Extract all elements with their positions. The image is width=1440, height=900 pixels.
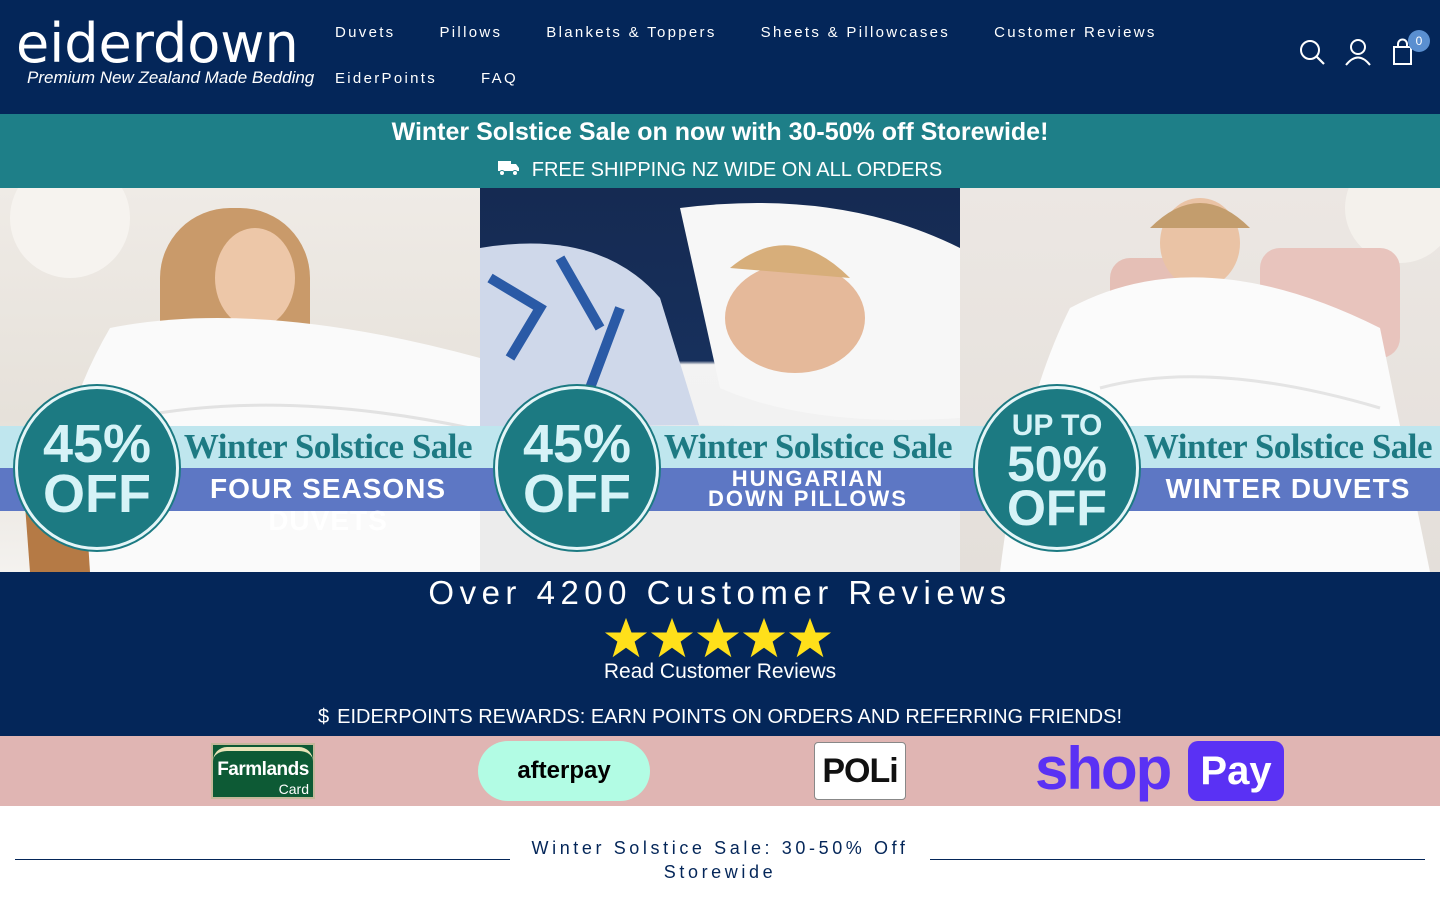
star-rating [604, 616, 836, 660]
banner-hungarian-down-pillows[interactable]: Winter Solstice Sale HUNGARIAN DOWN PILL… [480, 188, 960, 572]
discount-badge: 45% OFF [495, 386, 659, 550]
nav-pillows[interactable]: Pillows [440, 24, 503, 41]
rewards-text: EIDERPOINTS REWARDS: EARN POINTS ON ORDE… [337, 706, 1123, 728]
banner-subtitle: HUNGARIAN DOWN PILLOWS [658, 468, 958, 511]
dollar-icon: $ [317, 706, 330, 728]
header-icons: 0 [1298, 30, 1430, 66]
logo[interactable]: eiderdown Premium New Zealand Made Beddi… [16, 12, 314, 94]
star-icon [650, 617, 694, 658]
divider-left [15, 859, 510, 860]
nav-faq[interactable]: FAQ [481, 70, 518, 87]
sale-banners: Winter Solstice Sale FOUR SEASONS DUVETS… [0, 188, 1440, 572]
promo-headline[interactable]: Winter Solstice Sale on now with 30-50% … [0, 118, 1440, 147]
badge-percent: 45% [522, 414, 632, 474]
badge-off: OFF [43, 464, 151, 524]
banner-title: Winter Solstice Sale [663, 427, 953, 466]
badge-off: OFF [1007, 480, 1107, 536]
afterpay-text: afterpay [517, 757, 611, 784]
shipping-text: FREE SHIPPING NZ WIDE ON ALL ORDERS [531, 159, 943, 181]
section-title: Winter Solstice Sale: 30-50% Off Storewi… [531, 838, 909, 882]
banner-subtitle-line2: DOWN PILLOWS [708, 486, 908, 511]
banner-title: Winter Solstice Sale [183, 427, 473, 466]
account-icon[interactable] [1344, 38, 1372, 66]
farmlands-card-logo: Farmlands Card [211, 743, 315, 799]
nav-blankets-toppers[interactable]: Blankets & Toppers [546, 24, 716, 41]
badge-percent: 45% [42, 414, 152, 474]
logo-tagline: Premium New Zealand Made Bedding [27, 68, 315, 87]
poli-text: POLi [822, 752, 898, 790]
cart-icon[interactable]: 0 [1390, 30, 1430, 66]
read-reviews-link[interactable]: Read Customer Reviews [0, 660, 1440, 684]
payment-methods: Farmlands Card afterpay POLi shop Pay [0, 736, 1440, 806]
farmlands-card-label: Card [278, 781, 309, 797]
star-icon [696, 617, 740, 658]
nav-row-1: Duvets Pillows Blankets & Toppers Sheets… [335, 24, 1201, 41]
reviews-section: Over 4200 Customer Reviews Read Customer… [0, 572, 1440, 736]
star-icon [742, 617, 786, 658]
banner-subtitle: WINTER DUVETS [1165, 473, 1411, 504]
rewards-banner[interactable]: $ EIDERPOINTS REWARDS: EARN POINTS ON OR… [0, 706, 1440, 729]
nav-sheets-pillowcases[interactable]: Sheets & Pillowcases [761, 24, 950, 41]
shop-pay-logo: Pay [1188, 741, 1284, 801]
badge-off: OFF [523, 464, 631, 524]
farmlands-name: Farmlands [217, 759, 309, 780]
reviews-title: Over 4200 Customer Reviews [428, 574, 1012, 611]
discount-badge: 45% OFF [15, 386, 179, 550]
search-icon[interactable] [1298, 38, 1326, 66]
nav-eiderpoints[interactable]: EiderPoints [335, 70, 437, 87]
star-icon [788, 617, 832, 658]
nav-row-2: EiderPoints FAQ [335, 70, 562, 87]
discount-badge: UP TO 50% OFF [975, 386, 1139, 550]
poli-logo: POLi [814, 742, 906, 800]
promo-bar: Winter Solstice Sale on now with 30-50% … [0, 114, 1440, 188]
shipping-notice: FREE SHIPPING NZ WIDE ON ALL ORDERS [0, 159, 1440, 182]
divider-right [930, 859, 1425, 860]
shop-logo: shop [1035, 735, 1172, 802]
logo-wordmark: eiderdown [16, 12, 299, 75]
banner-title: Winter Solstice Sale [1143, 427, 1433, 466]
star-icon [604, 617, 648, 658]
banner-four-seasons-duvets[interactable]: Winter Solstice Sale FOUR SEASONS DUVETS… [0, 188, 480, 572]
nav-duvets[interactable]: Duvets [335, 24, 396, 41]
afterpay-logo: afterpay [478, 741, 650, 801]
nav-customer-reviews[interactable]: Customer Reviews [994, 24, 1157, 41]
site-header: eiderdown Premium New Zealand Made Beddi… [0, 0, 1440, 114]
truck-icon [497, 159, 520, 182]
sale-section: Winter Solstice Sale: 30-50% Off Storewi… [0, 806, 1440, 900]
banner-subtitle: FOUR SEASONS DUVETS [209, 473, 447, 536]
banner-winter-duvets[interactable]: Winter Solstice Sale WINTER DUVETS UP TO… [960, 188, 1440, 572]
cart-count-badge: 0 [1408, 30, 1430, 52]
